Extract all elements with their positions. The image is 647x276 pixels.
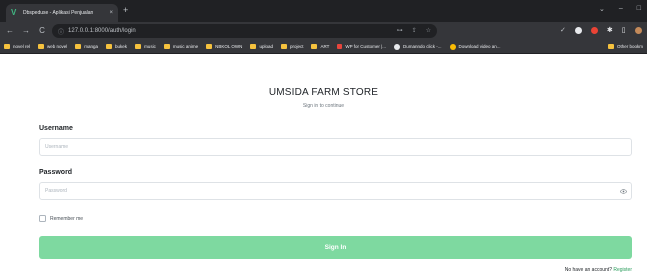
password-field[interactable]: Password <box>39 182 632 200</box>
username-placeholder: Username <box>45 144 69 150</box>
window-controls: ⌄ – □ <box>599 5 641 13</box>
bookmarks-bar: novel rel web novel manga bukek music mu… <box>0 40 647 54</box>
extension-icon[interactable] <box>574 26 582 34</box>
folder-icon <box>75 44 82 49</box>
bookmark-item[interactable]: web novel <box>38 44 67 49</box>
folder-icon <box>311 44 318 49</box>
bookmark-item[interactable]: Dumanndo click -... <box>394 43 442 50</box>
bookmark-item[interactable]: novel rel <box>4 44 30 49</box>
remember-me[interactable]: Remember me <box>39 215 83 222</box>
wordpress-icon <box>337 44 343 49</box>
tab-title: Dbspeduse - Aplikasi Penjualan <box>23 10 94 16</box>
url-text[interactable]: 127.0.0.1:8000/auth/login <box>68 28 136 34</box>
bookmark-item[interactable]: bukek <box>106 44 127 49</box>
register-prompt: No have an account? Register <box>565 267 632 273</box>
folder-icon <box>38 44 45 49</box>
extension-icon[interactable] <box>590 26 598 34</box>
bookmark-item[interactable]: WP for Customer |... <box>337 44 386 49</box>
back-button[interactable]: ← <box>6 27 14 35</box>
folder-icon <box>250 44 257 49</box>
folder-icon <box>206 44 213 49</box>
maximize-button[interactable]: □ <box>637 5 641 13</box>
close-tab-icon[interactable]: × <box>109 10 113 16</box>
check-icon[interactable]: ✓ <box>560 26 566 34</box>
folder-icon <box>4 44 10 49</box>
new-tab-button[interactable]: + <box>123 6 128 15</box>
browser-titlebar: V Dbspeduse - Aplikasi Penjualan × + ⌄ –… <box>0 0 647 22</box>
minimize-button[interactable]: – <box>619 5 623 13</box>
vue-icon: V <box>11 8 17 17</box>
bookmark-item[interactable]: project <box>280 44 303 49</box>
folder-icon <box>106 44 113 49</box>
reload-button[interactable]: C <box>38 27 46 35</box>
username-field[interactable]: Username <box>39 138 632 156</box>
share-icon[interactable]: ⇪ <box>412 27 417 34</box>
remember-checkbox[interactable] <box>39 215 46 222</box>
username-label: Username <box>39 125 73 132</box>
forward-button[interactable]: → <box>22 27 30 35</box>
sidebar-icon[interactable]: ▯ <box>622 26 626 34</box>
browser-tab[interactable]: V Dbspeduse - Aplikasi Penjualan × <box>6 4 118 22</box>
no-account-text: No have an account? <box>564 267 612 273</box>
bookmark-item[interactable]: ART <box>311 44 329 49</box>
bookmark-item[interactable]: Download video an... <box>449 43 501 50</box>
globe-icon <box>394 43 400 50</box>
folder-icon <box>135 44 142 49</box>
sign-in-button[interactable]: Sign In <box>39 236 632 259</box>
folder-icon <box>280 44 287 49</box>
bookmark-item[interactable]: NBKOL OWN <box>206 44 242 49</box>
download-icon <box>449 43 456 50</box>
remember-label: Remember me <box>50 215 84 222</box>
puzzle-icon[interactable]: ✱ <box>607 26 613 34</box>
extensions-area: ✓ ✱ ▯ <box>560 26 642 34</box>
page-subtitle: Sign in to continue <box>302 103 345 109</box>
bookmark-item[interactable]: upload <box>250 44 273 49</box>
chevron-down-icon[interactable]: ⌄ <box>599 5 605 13</box>
address-bar[interactable]: ⓘ 127.0.0.1:8000/auth/login ⊶ ⇪ ☆ <box>52 24 437 38</box>
info-icon[interactable]: ⓘ <box>58 27 64 36</box>
bookmark-item[interactable]: music <box>135 44 156 49</box>
folder-icon <box>163 44 170 49</box>
bookmark-item[interactable]: music anime <box>163 44 198 49</box>
password-label: Password <box>39 169 73 176</box>
login-page: UMSIDA FARM STORE Sign in to continue Us… <box>0 55 647 276</box>
avatar[interactable] <box>634 26 642 34</box>
bookmark-item[interactable]: manga <box>75 44 98 49</box>
other-bookmarks[interactable]: Other bookm <box>607 44 643 49</box>
password-placeholder: Password <box>45 188 67 194</box>
eye-icon[interactable] <box>620 188 627 195</box>
star-icon[interactable]: ☆ <box>426 27 431 34</box>
key-icon[interactable]: ⊶ <box>397 27 403 34</box>
register-link[interactable]: Register <box>613 267 632 273</box>
folder-icon <box>607 44 614 49</box>
page-title: UMSIDA FARM STORE <box>268 87 379 98</box>
